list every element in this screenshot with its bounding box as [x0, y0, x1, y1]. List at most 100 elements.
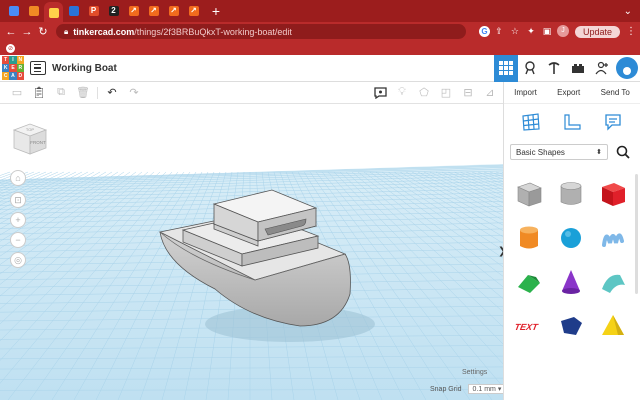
- logo-letter: C: [2, 72, 10, 80]
- design-title[interactable]: Working Boat: [52, 63, 117, 74]
- browser-address-bar: ← → ↻ 🔒︎ tinkercad.com/things/2f3BRBuQkx…: [0, 22, 640, 41]
- snap-grid-label: Snap Grid: [430, 385, 462, 393]
- url-input[interactable]: 🔒︎ tinkercad.com/things/2f3BRBuQkxT-work…: [56, 24, 466, 39]
- undo-icon[interactable]: ↶: [101, 83, 123, 103]
- snap-grid-select[interactable]: 0.1 mm ▾: [467, 384, 507, 394]
- new-tab-button[interactable]: +: [208, 3, 224, 19]
- two-icon: 2: [108, 6, 119, 16]
- 3d-design-view-icon[interactable]: [494, 54, 518, 82]
- export-button[interactable]: Export: [555, 84, 582, 101]
- duplicate-icon[interactable]: ⧉: [50, 83, 72, 103]
- shape-box-striped[interactable]: [508, 172, 550, 216]
- browser-tab[interactable]: 2: [104, 2, 123, 20]
- shape-library-select[interactable]: Basic Shapes ⬍: [510, 144, 608, 160]
- user-avatar[interactable]: [616, 56, 638, 79]
- design-menu-icon[interactable]: [30, 61, 46, 75]
- new-shape-icon[interactable]: ▭: [6, 83, 28, 103]
- logo-letter: E: [9, 64, 17, 72]
- browser-tab[interactable]: [4, 2, 23, 20]
- profile-avatar[interactable]: J: [556, 24, 569, 37]
- shape-round-roof[interactable]: [592, 260, 634, 304]
- home-view-icon[interactable]: ⌂: [10, 170, 26, 186]
- forward-arrow-icon[interactable]: →: [20, 26, 34, 38]
- browser-tab[interactable]: ↗: [164, 2, 183, 20]
- bookmarks-bar: ⊘: [0, 41, 640, 55]
- docs-icon: [8, 6, 19, 16]
- arrow-orange-icon: ↗: [148, 6, 159, 16]
- lightbulb-icon[interactable]: 💡︎: [391, 83, 413, 103]
- shape-pyramid[interactable]: [592, 304, 634, 348]
- logo-letter: K: [2, 64, 10, 72]
- zoom-out-icon[interactable]: −: [10, 232, 26, 248]
- align-icon[interactable]: ⊟: [457, 83, 479, 103]
- edit-toolbar: ▭ 📋︎ ⧉ 🗑︎ ↶ ↷ 💡︎ ⬠ ◰ ⊟ ⊿: [0, 82, 503, 104]
- notes-panel-icon[interactable]: [601, 110, 625, 134]
- browser-tab[interactable]: [44, 2, 63, 24]
- flip-icon[interactable]: ⊿: [479, 83, 501, 103]
- snap-grid-control: Snap Grid 0.1 mm ▾: [430, 384, 507, 394]
- tab-search-chevron-icon[interactable]: ⌄: [624, 6, 632, 17]
- shape-outline-icon[interactable]: ⬠: [413, 83, 435, 103]
- update-button[interactable]: Update: [574, 25, 620, 38]
- perspective-icon[interactable]: ◎: [10, 252, 26, 268]
- shape-text[interactable]: TEXT: [508, 304, 550, 348]
- shape-cylinder[interactable]: [508, 216, 550, 260]
- shape-box[interactable]: [592, 172, 634, 216]
- browser-tab[interactable]: ↗: [144, 2, 163, 20]
- paste-icon[interactable]: 📋︎: [28, 83, 50, 103]
- logo-letter: D: [16, 72, 24, 80]
- browser-tab[interactable]: [64, 2, 83, 20]
- add-user-icon[interactable]: [590, 55, 614, 82]
- app-header: TINKERCAD Working Boat: [0, 54, 640, 82]
- browser-tab[interactable]: P: [84, 2, 103, 20]
- bookmark-icon[interactable]: ⊘: [6, 43, 15, 53]
- fit-view-icon[interactable]: ⊡: [10, 192, 26, 208]
- pickaxe-icon[interactable]: [542, 55, 566, 82]
- logo-letter: R: [16, 64, 24, 72]
- sidebar-icon[interactable]: ▣: [540, 25, 554, 39]
- browser-tab[interactable]: [24, 2, 43, 20]
- settings-link[interactable]: Settings: [462, 369, 487, 376]
- blocks-view-icon[interactable]: [518, 55, 542, 82]
- extension-puzzle-icon[interactable]: ✦: [524, 25, 538, 39]
- lock-icon: 🔒︎: [64, 26, 69, 36]
- bricks-icon[interactable]: [566, 55, 590, 82]
- notes-icon[interactable]: [369, 83, 391, 103]
- bookmark-star-icon[interactable]: ☆: [508, 25, 522, 39]
- send-to-button[interactable]: Send To: [599, 84, 632, 101]
- select-caret-icon: ⬍: [596, 149, 602, 156]
- google-lens-icon[interactable]: G: [478, 25, 490, 37]
- redo-icon[interactable]: ↷: [123, 83, 145, 103]
- logo-letter: A: [9, 72, 17, 80]
- browser-menu-icon[interactable]: ⋮: [626, 26, 636, 37]
- shape-sphere[interactable]: [550, 216, 592, 260]
- shape-grid: TEXT: [508, 172, 634, 348]
- shape-library-label: Basic Shapes: [516, 147, 565, 157]
- logo-letter: N: [16, 56, 24, 64]
- shape-scribble[interactable]: [592, 216, 634, 260]
- group-icon[interactable]: ◰: [435, 83, 457, 103]
- toolbar-divider: [97, 86, 98, 99]
- zoom-in-icon[interactable]: +: [10, 212, 26, 228]
- shapes-panel: Import Export Send To Basic Shapes ⬍ TEX…: [503, 82, 640, 400]
- search-icon[interactable]: [616, 145, 630, 159]
- browser-tab-bar: P 2 ↗ ↗ ↗ ↗ + ⌄: [0, 0, 640, 24]
- view-cube[interactable]: TOP FRONT: [10, 118, 50, 158]
- import-button[interactable]: Import: [512, 84, 539, 101]
- delete-icon[interactable]: 🗑︎: [72, 83, 94, 103]
- workplane[interactable]: TOP FRONT ⌂ ⊡ + − ◎ ❯: [0, 104, 503, 400]
- workplane-grid-icon[interactable]: [519, 110, 543, 134]
- back-arrow-icon[interactable]: ←: [4, 26, 18, 38]
- browser-tab[interactable]: ↗: [124, 2, 143, 20]
- share-icon[interactable]: ⇪: [492, 25, 506, 39]
- tinkercad-logo[interactable]: TINKERCAD: [2, 56, 24, 80]
- blue-square-icon: [68, 6, 79, 16]
- reload-icon[interactable]: ↻: [36, 25, 50, 38]
- browser-tab[interactable]: ↗: [184, 2, 203, 20]
- shape-cone[interactable]: [550, 260, 592, 304]
- shape-half-sphere[interactable]: [550, 304, 592, 348]
- shape-cylinder-striped[interactable]: [550, 172, 592, 216]
- panel-scrollbar[interactable]: [635, 174, 638, 294]
- ruler-icon[interactable]: [560, 110, 584, 134]
- shape-roof[interactable]: [508, 260, 550, 304]
